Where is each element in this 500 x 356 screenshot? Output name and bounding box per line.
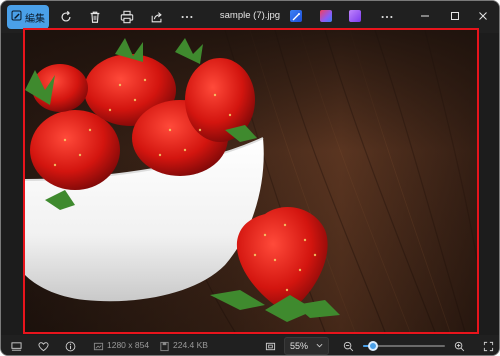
zoom-slider-thumb[interactable] <box>367 341 378 351</box>
photos-app-window: 編集 sample (7).jpg 1280 x 854 224.4 KB 55… <box>0 0 500 356</box>
ai-edit-icon[interactable] <box>290 10 302 22</box>
zoom-slider[interactable] <box>363 341 445 351</box>
copilot-icon[interactable] <box>320 10 332 22</box>
zoom-value: 55% <box>290 341 309 351</box>
more-icon[interactable] <box>177 7 197 27</box>
edit-label: 編集 <box>25 13 45 25</box>
status-bar: 1280 x 854 224.4 KB 55% <box>1 335 499 355</box>
minimize-icon[interactable] <box>417 8 433 24</box>
edit-button[interactable]: 編集 <box>7 5 49 29</box>
dimensions-icon <box>91 339 105 353</box>
maximize-icon[interactable] <box>447 8 463 24</box>
share-icon[interactable] <box>147 7 167 27</box>
chevron-down-icon <box>316 341 323 351</box>
image-viewer[interactable] <box>23 28 479 334</box>
zoom-out-icon[interactable] <box>341 339 355 353</box>
file-size: 224.4 KB <box>173 340 208 350</box>
close-icon[interactable] <box>475 8 491 24</box>
rotate-icon[interactable] <box>56 7 76 27</box>
fullscreen-icon[interactable] <box>481 339 495 353</box>
zoom-level-dropdown[interactable]: 55% <box>284 337 329 355</box>
print-icon[interactable] <box>117 7 137 27</box>
favorite-icon[interactable] <box>36 339 50 353</box>
info-icon[interactable] <box>63 339 77 353</box>
fit-to-window-icon[interactable] <box>263 339 277 353</box>
clipchamp-icon[interactable] <box>349 10 361 22</box>
window-title: sample (7).jpg <box>219 10 281 21</box>
edit-icon <box>11 10 22 24</box>
zoom-in-icon[interactable] <box>452 339 466 353</box>
file-size-icon <box>157 339 171 353</box>
image-dimensions: 1280 x 854 <box>107 340 150 350</box>
filmstrip-icon[interactable] <box>9 339 23 353</box>
strawberry-photo <box>25 30 477 332</box>
more-icon[interactable] <box>377 7 397 27</box>
delete-icon[interactable] <box>85 7 105 27</box>
